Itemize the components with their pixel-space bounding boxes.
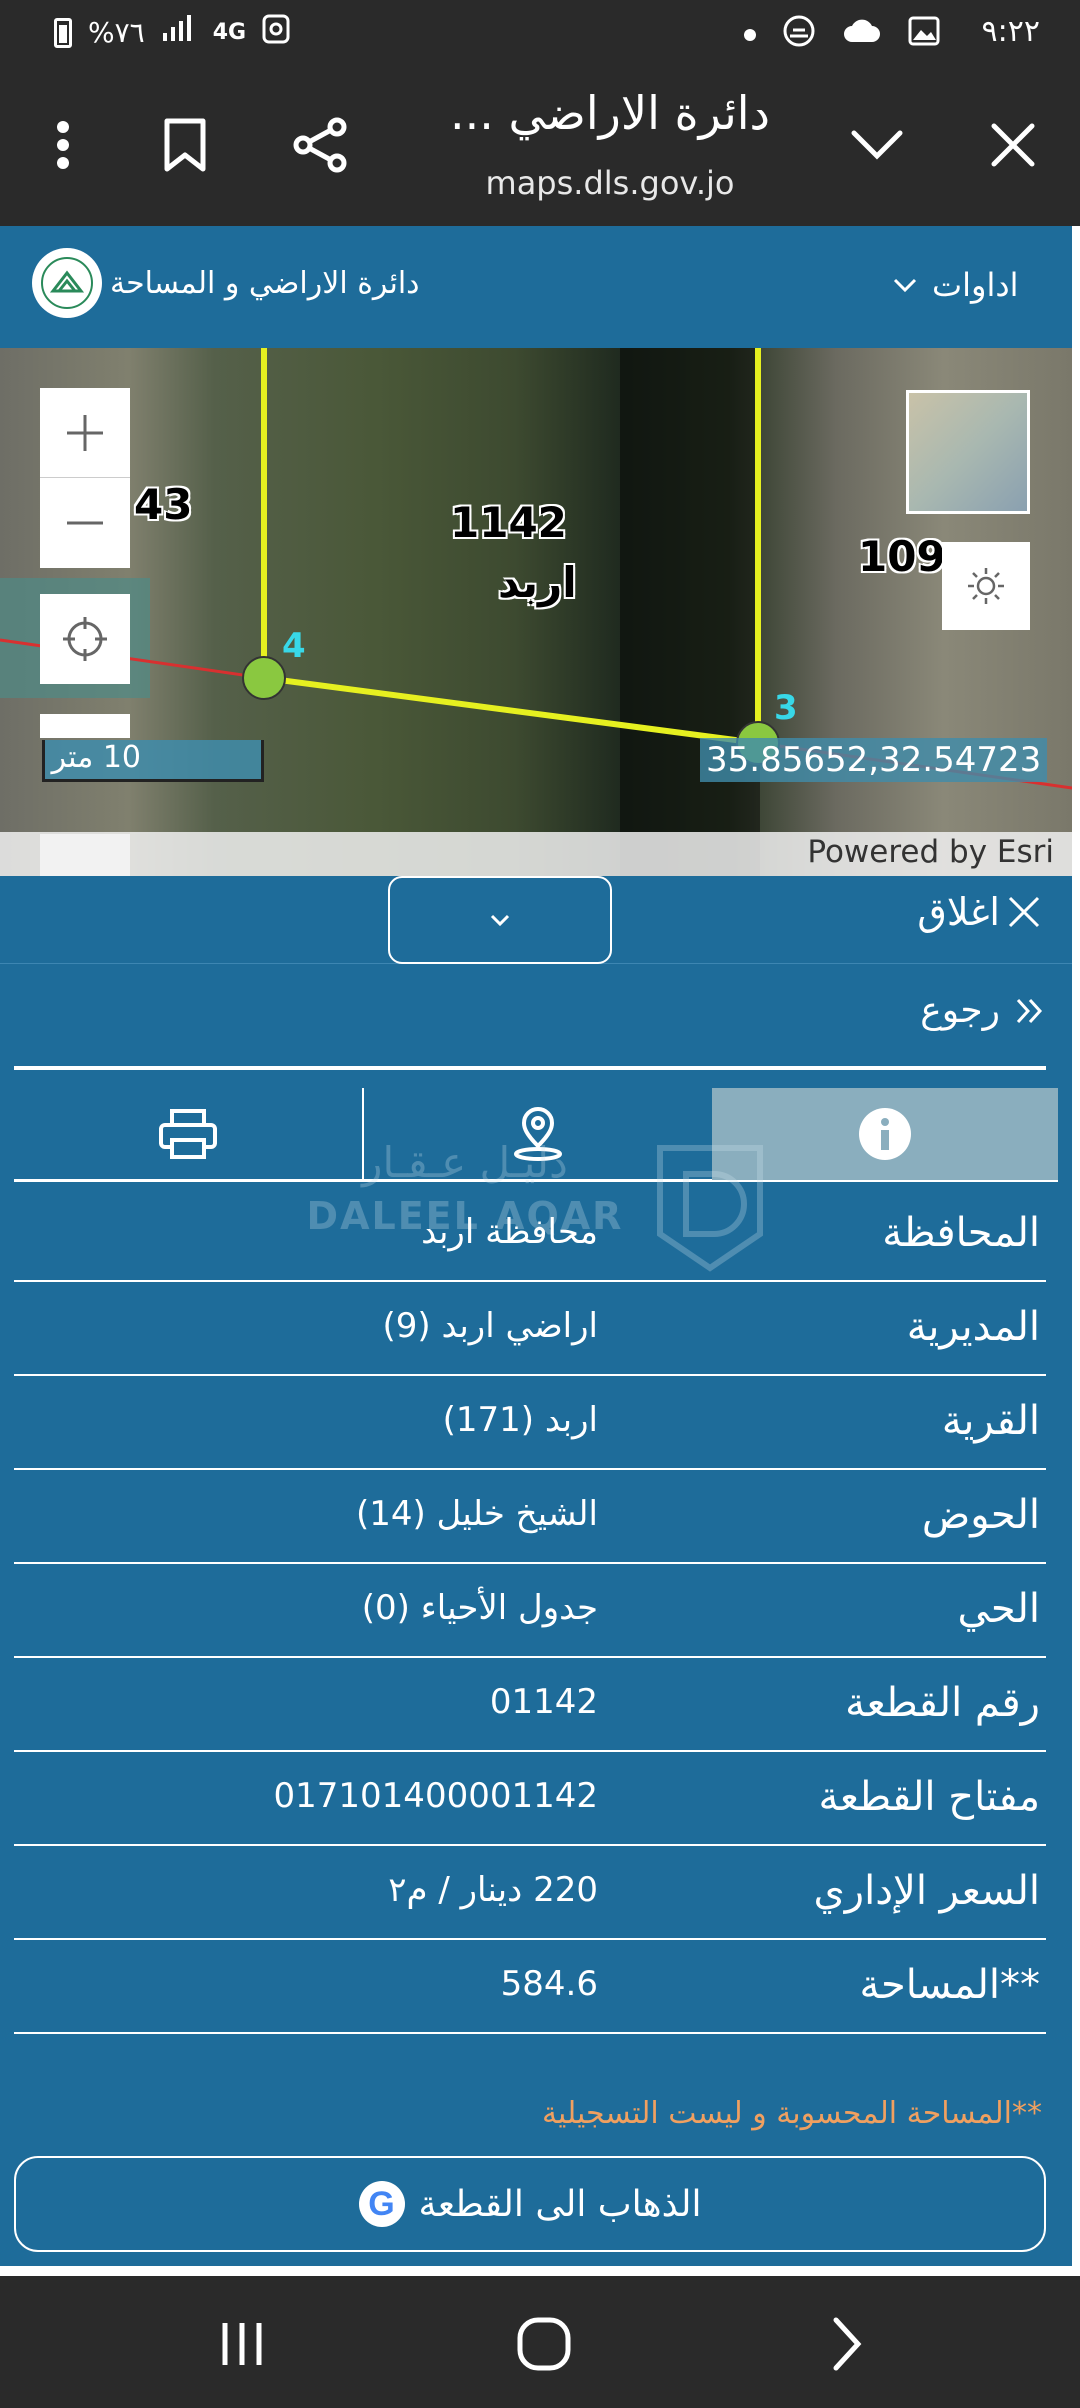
notification-dot-icon [744,28,756,41]
map-view[interactable]: 1142 اربد 43 109 4 3 10 متر 35.85652,32.… [0,348,1072,876]
parcel-city-main: اربد [498,558,577,607]
status-bar: %٧٦ 4G ٩:٢٢ [0,0,1080,64]
coordinates-readout: 35.85652,32.54723 [700,738,1048,782]
info-row-village: القرية اربد (171) [14,1376,1046,1470]
info-row-governorate: المحافظة محافظة اربد [14,1188,1046,1282]
info-label: مفتاح القطعة [818,1774,1040,1820]
tab-print[interactable] [14,1088,362,1180]
recycle-icon [262,14,290,51]
info-label: الحي [957,1586,1040,1632]
back-button[interactable]: رجوع [920,990,1046,1031]
tab-location[interactable] [364,1088,712,1180]
info-label: المديرية [906,1304,1040,1350]
more-options-icon[interactable] [28,110,98,180]
printer-icon [159,1109,217,1159]
site-name: دائرة الاراضي و المساحة [110,266,420,301]
bottom-strip [0,2266,1072,2276]
brightness-icon[interactable] [942,542,1030,630]
back-label: رجوع [920,990,1000,1031]
home-icon[interactable] [504,2304,584,2384]
info-value: 017101400001142 [273,1776,598,1816]
info-label: القرية [941,1398,1040,1444]
cloud-icon [842,18,882,51]
zoom-in-button[interactable] [40,388,130,478]
back-icon[interactable] [806,2304,886,2384]
info-value: الشيخ خليل (14) [355,1494,598,1534]
overview-minimap[interactable] [906,390,1030,514]
bookmark-icon[interactable] [150,110,220,180]
info-row-neighborhood: الحي جدول الأحياء (0) [14,1564,1046,1658]
map-scale-bar: 10 متر [42,740,264,782]
zoom-out-button[interactable] [40,478,130,568]
site-header: دائرة الاراضي و المساحة اداوات [0,226,1072,348]
info-value: اراضي اربد (9) [382,1306,598,1346]
info-row-parcel-number: رقم القطعة 01142 [14,1658,1046,1752]
tab-info[interactable] [712,1088,1058,1180]
close-tab-icon[interactable] [978,110,1048,180]
go-to-parcel-label: الذهاب الى القطعة [418,2183,702,2225]
info-row-parcel-key: مفتاح القطعة 017101400001142 [14,1752,1046,1846]
tools-menu[interactable]: اداوات [892,266,1019,304]
vertex-marker[interactable] [242,656,286,700]
close-label: اغلاق [917,890,1000,934]
area-note: **المساحة المحسوبة و ليست التسجيلية [541,2096,1042,2131]
parcel-number-right: 109 [858,532,946,581]
parcel-info-list: المحافظة محافظة اربد المديرية اراضي اربد… [14,1188,1046,2034]
map-tool-button[interactable] [40,714,130,738]
double-chevron-icon [1016,998,1043,1023]
close-icon [1008,896,1040,928]
status-right-icons [744,14,940,55]
parcel-info-panel: اغلاق رجوع دليـل عـقـار DALEEL AQAR المح… [0,876,1072,2266]
back-row: رجوع [14,972,1046,1070]
close-panel-button[interactable]: اغلاق [917,890,1042,934]
google-icon: G [358,2181,405,2227]
network-type: 4G [212,20,247,45]
map-attribution: Powered by Esri [0,832,1072,876]
info-value: جدول الأحياء (0) [361,1588,598,1628]
info-value: 584.6 [500,1964,598,2004]
info-row-area: **المساحة 584.6 [14,1940,1046,2034]
system-nav-bar [0,2276,1080,2408]
dls-logo[interactable] [32,248,102,318]
page-url[interactable]: maps.dls.gov.jo [420,164,800,202]
tools-label: اداوات [932,266,1019,304]
info-row-directorate: المديرية اراضي اربد (9) [14,1282,1046,1376]
parcel-number-main: 1142 [450,498,567,547]
info-value: 220 دينار / م٢ [388,1870,598,1910]
panel-tabs [14,1088,1058,1182]
status-left: %٧٦ 4G [54,14,290,51]
info-label: **المساحة [859,1962,1040,2008]
battery-icon [54,17,72,48]
info-label: الحوض [921,1492,1040,1538]
weather-alert-icon [782,14,816,55]
share-icon[interactable] [286,110,356,180]
info-value: 01142 [489,1682,598,1722]
info-value: اربد (171) [442,1400,598,1440]
info-label: رقم القطعة [845,1680,1040,1726]
map-pin-icon [514,1107,562,1161]
browser-toolbar: دائرة الاراضي ... maps.dls.gov.jo [0,64,1080,226]
info-row-admin-price: السعر الإداري 220 دينار / م٢ [14,1846,1046,1940]
parcel-number-left: 43 [134,480,193,529]
signal-icon [161,15,197,50]
go-to-parcel-button[interactable]: الذهاب الى القطعة G [14,2156,1046,2252]
info-icon [859,1108,911,1160]
recent-apps-icon[interactable] [202,2304,282,2384]
chevron-down-icon[interactable] [842,110,912,180]
locate-button[interactable] [40,594,130,684]
chevron-down-icon [490,914,510,927]
clock: ٩:٢٢ [981,14,1040,49]
info-row-basin: الحوض الشيخ خليل (14) [14,1470,1046,1564]
collapse-panel-button[interactable] [388,876,612,964]
page-title: دائرة الاراضي ... [449,86,771,140]
info-value: محافظة اربد [421,1212,598,1252]
panel-header: اغلاق [0,876,1072,964]
chevron-down-icon [893,278,917,293]
battery-level: %٧٦ [88,16,145,49]
gallery-icon [908,16,940,53]
info-label: المحافظة [882,1210,1040,1256]
info-label: السعر الإداري [813,1868,1040,1914]
vertex-label: 4 [282,626,306,666]
vertex-label: 3 [774,688,798,728]
